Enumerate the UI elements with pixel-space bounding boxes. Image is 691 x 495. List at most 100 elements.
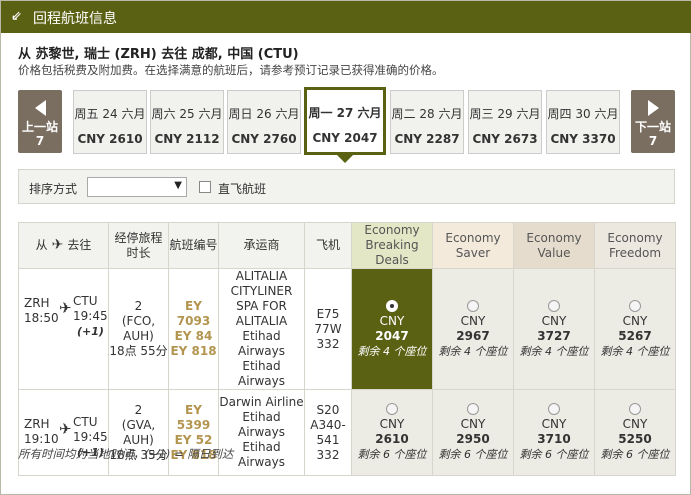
fare-option[interactable]: CNY 3727 剩余 4 个座位 [513,268,595,390]
fare-currency: CNY [622,417,648,431]
fare-option[interactable]: CNY 2950 剩余 6 个座位 [432,389,514,476]
sort-label: 排序方式 [29,182,78,196]
fare-option-selected[interactable]: CNY 2047 剩余 4 个座位 [351,268,433,390]
prev-week-button[interactable]: 上一站 7 [18,90,62,153]
fare-option[interactable]: CNY 2967 剩余 4 个座位 [432,268,514,390]
seats-left: 剩余 4 个座位 [519,344,589,358]
header-to: 去往 [67,238,92,252]
fare-option[interactable]: CNY 3710 剩余 6 个座位 [513,389,595,476]
fare-radio[interactable] [467,299,479,312]
date-price: CNY 2047 [312,131,378,145]
aircraft-type: 332 [316,336,340,351]
dep-time: 18:50 [24,311,59,325]
flight-number-link[interactable]: EY 5399 [169,403,218,433]
flight-no-cell: EY 7093 EY 84 EY 818 [168,268,219,390]
date-option[interactable]: 周四 30 六月 CNY 3370 [546,90,620,154]
fare-radio[interactable] [386,299,398,312]
fare-amount: 3727 [537,328,571,343]
stops-via2: AUH) [123,329,154,343]
fare-radio[interactable] [467,403,479,415]
flight-number-link[interactable]: EY 7093 [169,299,218,329]
next-week-button[interactable]: 下一站 7 [631,90,675,153]
arr-time: 19:45 [73,309,108,323]
flight-number-link[interactable]: EY 84 [169,329,218,344]
seats-left: 剩余 6 个座位 [600,448,670,461]
fare-option[interactable]: CNY 2610 剩余 6 个座位 [351,389,433,476]
aircraft-cell: S20 A340-541 332 [304,389,352,476]
fare-option[interactable]: CNY 5267 剩余 4 个座位 [594,268,676,390]
flight-number-link[interactable]: EY 818 [169,344,218,359]
aircraft-type: 77W [314,321,342,336]
aircraft-type: S20 [316,402,340,417]
fare-currency: CNY [622,313,648,328]
date-option-selected[interactable]: 周一 27 六月 CNY 2047 [304,87,386,155]
collapse-arrow-icon[interactable]: ⇙ [11,9,22,24]
date-option[interactable]: 周六 25 六月 CNY 2112 [150,90,224,154]
prev-week-count: 7 [35,134,45,148]
header-stops: 经停旅程时长 [108,222,169,269]
section-header: ⇙ 回程航班信息 [1,1,691,33]
fare-radio[interactable] [629,403,641,415]
header-from: 从 [35,238,48,252]
header-fare-freedom: Economy Freedom [594,222,676,269]
time-footnote: 所有时间均为当地时间，(+1) = 隔日到达 [18,447,234,461]
date-price: CNY 2673 [472,132,538,146]
date-label: 周四 30 六月 [547,107,619,121]
date-price: CNY 3370 [550,132,616,146]
fare-currency: CNY [541,313,567,328]
fare-amount: 5250 [618,432,652,446]
fare-radio[interactable] [548,299,560,312]
arr-time: 19:45 [73,430,108,444]
selected-date-pointer [337,155,353,163]
sort-bar: 排序方式 ▼ 直飞航班 [18,169,675,204]
stops-cell: 2 (FCO, AUH) 18点 55分 [108,268,169,390]
route-summary: 从 苏黎世, 瑞士 (ZRH) 去往 成都, 中国 (CTU) [18,47,299,62]
date-option[interactable]: 周二 28 六月 CNY 2287 [390,90,464,154]
direct-flight-label: 直飞航班 [218,182,267,196]
dep-code: ZRH [24,296,50,310]
fare-currency: CNY [379,313,405,328]
header-flight-no: 航班编号 [168,222,219,269]
date-label: 周五 24 六月 [74,107,146,121]
carrier-name: Darwin Airline [219,395,304,409]
arr-code: CTU [73,294,98,308]
left-triangle-icon [34,100,46,116]
date-price: CNY 2287 [394,132,460,146]
fare-currency: CNY [460,417,486,431]
dep-code: ZRH [24,417,50,431]
direct-flight-checkbox[interactable] [199,181,211,193]
stops-via: (FCO, [121,314,156,328]
plane-icon: ✈ [51,237,64,253]
carrier-cell: Darwin Airline Etihad Airways Etihad Air… [218,389,305,476]
date-label: 周二 28 六月 [391,107,463,121]
carrier-name: Etihad Airways [238,359,285,388]
date-option[interactable]: 周五 24 六月 CNY 2610 [73,90,147,154]
date-option[interactable]: 周日 26 六月 CNY 2760 [227,90,301,154]
time-cell: ZRH 18:50 ✈ CTU 19:45 (+1) [18,268,109,390]
carrier-name: Etihad Airways [238,329,285,358]
plane-icon: ✈ [59,420,72,438]
section-title: 回程航班信息 [33,11,117,27]
fare-currency: CNY [541,417,567,431]
header-fare-value: Economy Value [513,222,595,269]
fare-radio[interactable] [629,299,641,312]
fare-amount: 2047 [375,328,409,343]
fare-option[interactable]: CNY 5250 剩余 6 个座位 [594,389,676,476]
time-cell: ZRH 19:10 ✈ CTU 19:45 (+1) [18,389,109,476]
table-row: ZRH 19:10 ✈ CTU 19:45 (+1) 2 (GVA, AUH) … [18,389,676,476]
fare-radio[interactable] [386,403,398,415]
date-label: 周三 29 六月 [469,107,541,121]
date-option[interactable]: 周三 29 六月 CNY 2673 [468,90,542,154]
fare-currency: CNY [379,417,405,431]
header-fare-saver: Economy Saver [432,222,514,269]
aircraft-type: E75 [316,306,340,321]
fare-amount: 2950 [456,432,490,446]
header-aircraft: 飞机 [304,222,352,269]
carrier-name: ALITALIA CITYLINER SPA FOR ALITALIA [230,269,293,328]
seats-left: 剩余 4 个座位 [357,344,427,358]
fare-radio[interactable] [548,403,560,415]
sort-select[interactable]: ▼ [87,177,187,197]
dropdown-arrow-icon: ▼ [174,180,182,191]
seats-left: 剩余 6 个座位 [438,448,508,461]
stops-count: 2 [134,402,143,417]
